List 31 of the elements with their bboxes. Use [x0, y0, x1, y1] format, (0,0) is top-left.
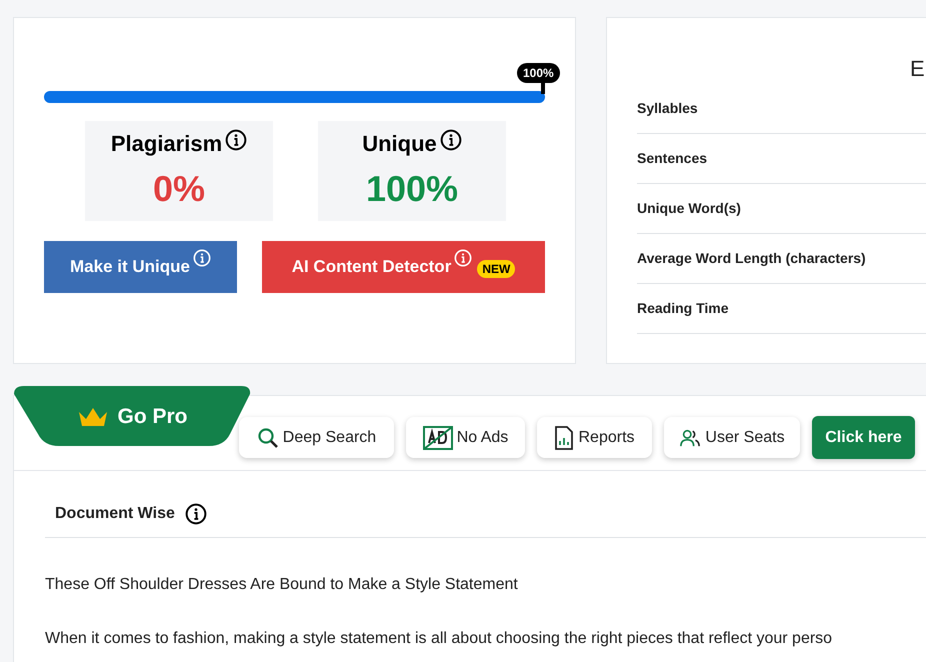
users-icon [679, 428, 702, 448]
stat-label: Sentences [637, 149, 708, 168]
crossed-ad-icon [422, 426, 453, 450]
document-text: When it comes to fashion, making a style statement is all about choosing the right pieces that reflect your perso [45, 629, 832, 649]
score-value: 100% [366, 167, 458, 211]
new-badge: NEW [477, 260, 516, 278]
stat-label: Syllables [637, 99, 698, 118]
info-icon[interactable] [225, 129, 248, 151]
feature-button[interactable]: Deep Search [239, 417, 394, 458]
progress-tooltip: 100% [517, 63, 560, 83]
score-label: Plagiarism [110, 130, 222, 158]
stats-heading: E [910, 55, 925, 83]
info-icon[interactable] [184, 503, 207, 525]
feature-button[interactable]: No Ads [406, 417, 525, 458]
stat-label: Reading Time [637, 299, 729, 318]
make-unique-button[interactable]: Make it Unique [44, 241, 237, 293]
feature-button[interactable]: User Seats [664, 417, 800, 458]
crown-icon [77, 406, 110, 428]
score-label: Unique [362, 130, 437, 158]
info-icon[interactable] [440, 129, 462, 151]
search-icon [256, 426, 279, 448]
stat-label: Average Word Length (characters) [637, 249, 866, 268]
feature-button[interactable]: Reports [537, 417, 652, 458]
click-here-button[interactable]: Click here [812, 416, 915, 459]
document-chart-icon [554, 424, 574, 450]
score-value: 0% [152, 167, 206, 211]
go-pro-ribbon[interactable]: Go Pro [14, 386, 251, 447]
document-text: These Off Shoulder Dresses Are Bound to Make a Style Statement [45, 575, 518, 595]
stat-label: Unique Word(s) [637, 199, 741, 218]
document-wise-tab[interactable]: Document Wise [55, 502, 175, 526]
ai-detector-button[interactable]: AI Content Detector NEW [262, 241, 545, 293]
